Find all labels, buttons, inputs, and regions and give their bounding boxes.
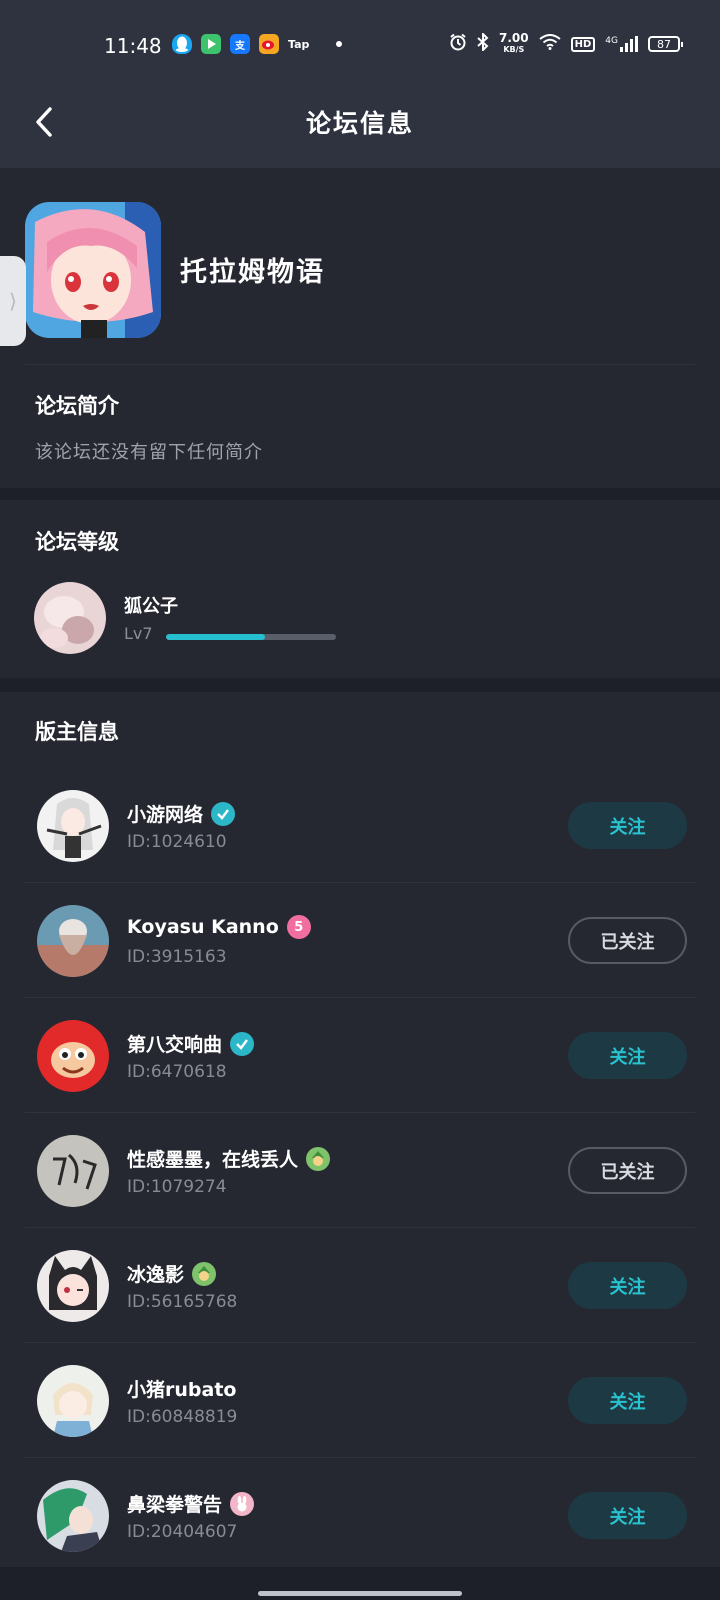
page-title: 论坛信息 [305,109,414,138]
following-button[interactable]: 已关注 [568,1147,687,1194]
list-item[interactable]: Koyasu Kanno 5 ID:3915163 已关注 [0,883,720,998]
moderator-id: ID:1079274 [127,1177,227,1197]
verified-icon [211,801,236,826]
moderators-card: 版主信息 小游网络 ID:1024610 关注 Koyasu Kanno 5 I… [0,692,720,1567]
verified-icon [230,1031,255,1056]
moderator-name: 小游网络 [127,800,236,827]
level-label: Lv7 [124,624,153,643]
follow-button[interactable]: 关注 [568,1492,687,1539]
moderator-name: 性感墨墨，在线丢人 [127,1145,331,1172]
speed-value: 7.00 [499,31,529,45]
moderator-name-text: 小猪rubato [127,1379,237,1401]
moderator-id: ID:20404607 [127,1522,238,1542]
follow-button[interactable]: 关注 [568,1377,687,1424]
list-item[interactable]: 冰逸影 ID:56165768 关注 [0,1228,720,1343]
level-progress-fill [166,634,265,640]
moderator-name-text: 冰逸影 [127,1264,185,1286]
intro-text: 该论坛还没有留下任何简介 [35,442,263,463]
intro-title: 论坛简介 [35,394,119,418]
hd-indicator: HD [570,36,596,52]
tap-icon: Tap [288,37,310,51]
moderator-name-text: 第八交响曲 [127,1034,223,1056]
status-time: 11:48 [104,34,162,58]
list-item[interactable]: 小游网络 ID:1024610 关注 [0,768,720,883]
divider [25,364,695,365]
chevron-right-icon: ⟩ [9,289,17,313]
side-drawer-handle[interactable]: ⟩ [0,256,26,346]
moderator-name: 小猪rubato [127,1375,236,1402]
battery-icon: 87 [648,36,683,52]
home-indicator[interactable] [258,1591,462,1596]
list-item[interactable]: 小猪rubato ID:60848819 关注 [0,1343,720,1458]
forum-info-card: 托拉姆物语 论坛简介 该论坛还没有留下任何简介 [0,168,720,488]
following-button[interactable]: 已关注 [568,917,687,964]
status-bar: 11:48 支 Tap 7.00 KB/S HD 4G 87 [0,0,720,90]
avatar[interactable] [37,1480,109,1552]
moderator-name-text: Koyasu Kanno [127,916,279,938]
network-type: 4G [605,36,618,46]
moderator-name: 冰逸影 [127,1260,217,1287]
speed-unit: KB/S [503,45,525,54]
moderator-name: 鼻梁拳警告 [127,1490,255,1517]
avatar[interactable] [34,582,106,654]
alarm-icon [449,33,467,55]
avatar[interactable] [37,1250,109,1322]
list-item[interactable]: 第八交响曲 ID:6470618 关注 [0,998,720,1113]
level-username: 狐公子 [124,596,178,617]
signal-icon: 4G [605,36,638,52]
network-speed: 7.00 KB/S [499,31,529,55]
moderator-name: 第八交响曲 [127,1030,255,1057]
forum-level-card: 论坛等级 狐公子 Lv7 [0,500,720,678]
link-character-icon [192,1261,217,1286]
list-item[interactable]: 性感墨墨，在线丢人 ID:1079274 已关注 [0,1113,720,1228]
level-progress-bar [166,634,336,640]
notification-dot [336,41,343,47]
qq-icon [172,34,192,54]
wifi-icon [539,34,561,54]
forum-name: 托拉姆物语 [180,257,325,288]
moderator-id: ID:6470618 [127,1062,227,1082]
moderator-id: ID:1024610 [127,832,227,852]
rabbit-badge-icon [230,1491,255,1516]
avatar[interactable] [37,790,109,862]
video-icon [201,34,221,54]
moderator-name-text: 性感墨墨，在线丢人 [127,1149,299,1171]
moderator-name-text: 小游网络 [127,804,204,826]
avatar[interactable] [37,1365,109,1437]
forum-icon [25,202,161,338]
moderators-title: 版主信息 [35,720,119,744]
moderator-name: Koyasu Kanno 5 [127,915,311,939]
status-right: 7.00 KB/S HD 4G 87 [449,31,683,55]
status-app-icons: 支 Tap [172,34,343,54]
weibo-icon [259,34,279,54]
follow-button[interactable]: 关注 [568,1262,687,1309]
follow-button[interactable]: 关注 [568,802,687,849]
level-title: 论坛等级 [35,530,119,554]
battery-level: 87 [657,37,671,51]
list-item[interactable]: 鼻梁拳警告 ID:20404607 关注 [0,1458,720,1573]
moderator-id: ID:60848819 [127,1407,238,1427]
avatar[interactable] [37,1135,109,1207]
level-badge-icon: 5 [286,915,311,939]
avatar[interactable] [37,1020,109,1092]
moderator-id: ID:3915163 [127,947,227,967]
avatar[interactable] [37,905,109,977]
moderator-name-text: 鼻梁拳警告 [127,1494,223,1516]
link-character-icon [306,1146,331,1171]
alipay-icon: 支 [230,34,250,54]
nav-bar: 论坛信息 [0,90,720,168]
bluetooth-icon [477,31,489,55]
moderator-id: ID:56165768 [127,1292,238,1312]
follow-button[interactable]: 关注 [568,1032,687,1079]
